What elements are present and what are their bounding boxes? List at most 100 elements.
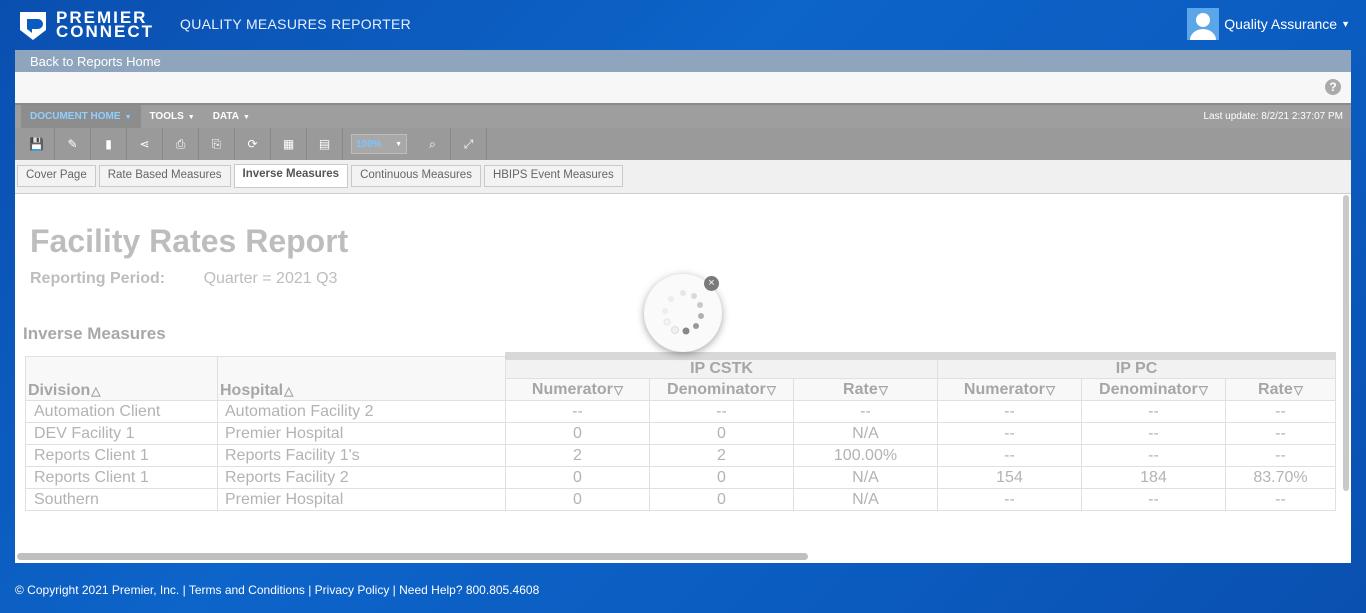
hospital-cell: Reports Facility 2 xyxy=(217,466,506,489)
value-cell: 100.00% xyxy=(793,444,938,467)
value-cell: 0 xyxy=(505,466,650,489)
column-header-rate[interactable]: Rate xyxy=(1225,378,1336,401)
value-cell: N/A xyxy=(793,488,938,511)
value-cell: -- xyxy=(1081,422,1226,445)
last-update: Last update: 8/2/21 2:37:07 PM xyxy=(1203,111,1343,122)
division-cell: Automation Client xyxy=(25,400,218,423)
column-header-denominator[interactable]: Denominator xyxy=(649,378,794,401)
column-header-hospital[interactable]: Hospital xyxy=(217,355,506,401)
horizontal-scrollbar[interactable] xyxy=(17,553,808,560)
value-cell: 0 xyxy=(649,466,794,489)
section-title: Inverse Measures xyxy=(23,324,166,343)
table-row: Reports Client 1 Reports Facility 1's 2 2 10… xyxy=(25,444,1336,467)
period-value: Quarter = 2021 Q3 xyxy=(203,270,338,287)
report-tabs: Cover Page Rate Based Measures Inverse M… xyxy=(15,160,1351,194)
value-cell: 83.70% xyxy=(1225,466,1336,489)
value-cell: -- xyxy=(937,444,1082,467)
menu-bar: DOCUMENT HOME ▼ TOOLS ▼ DATA ▼ Last update:… xyxy=(15,103,1351,128)
value-cell: 0 xyxy=(649,422,794,445)
export-icon[interactable]: ▦ xyxy=(271,128,307,160)
share-icon[interactable]: ⋖ xyxy=(127,128,163,160)
value-cell: 0 xyxy=(649,488,794,511)
division-cell: Reports Client 1 xyxy=(25,444,218,467)
value-cell: -- xyxy=(1225,444,1336,467)
user-menu[interactable]: Quality Assurance ▼ xyxy=(1187,8,1350,40)
value-cell: 0 xyxy=(505,488,650,511)
find-icon[interactable]: ⌕ xyxy=(415,128,451,160)
print-preview-icon[interactable]: ⎘ xyxy=(199,128,235,160)
column-header-denominator[interactable]: Denominator xyxy=(1081,378,1226,401)
user-name: Quality Assurance xyxy=(1224,16,1338,32)
value-cell: 184 xyxy=(1081,466,1226,489)
app-title: QUALITY MEASURES REPORTER xyxy=(180,16,412,32)
reporting-period: Reporting Period: Quarter = 2021 Q3 xyxy=(30,270,337,288)
premier-logo-icon xyxy=(16,8,50,42)
value-cell: -- xyxy=(1081,488,1226,511)
bookmark-icon[interactable]: ▮ xyxy=(91,128,127,160)
value-cell: -- xyxy=(937,488,1082,511)
column-header-division[interactable]: Division xyxy=(25,355,218,401)
toolbar: 💾 ✎ ▮ ⋖ ⎙ ⎘ ⟳ ▦ ▤ 100% ▼ ⌕ ⤢ xyxy=(15,128,1351,160)
help-bar: ? xyxy=(15,72,1351,103)
edit-icon[interactable]: ✎ xyxy=(55,128,91,160)
fullscreen-icon[interactable]: ⤢ xyxy=(451,128,487,160)
chevron-down-icon: ▼ xyxy=(1341,19,1350,29)
tab-inverse-measures[interactable]: Inverse Measures xyxy=(233,164,349,188)
value-cell: -- xyxy=(505,400,650,423)
group-header-ip-cstk: IP CSTK xyxy=(505,352,938,379)
pdf-icon[interactable]: ▤ xyxy=(307,128,343,160)
table-row: DEV Facility 1 Premier Hospital 0 0 N/A -- -- -… xyxy=(25,422,1336,445)
value-cell: N/A xyxy=(793,466,938,489)
value-cell: 2 xyxy=(505,444,650,467)
premier-logo[interactable]: PREMIER CONNECT xyxy=(16,8,154,42)
help-icon[interactable]: ? xyxy=(1325,79,1341,95)
refresh-icon[interactable]: ⟳ xyxy=(235,128,271,160)
back-to-reports-link[interactable]: Back to Reports Home xyxy=(15,50,1351,72)
value-cell: 2 xyxy=(649,444,794,467)
value-cell: 154 xyxy=(937,466,1082,489)
tab-hbips-event-measures[interactable]: HBIPS Event Measures xyxy=(483,165,623,187)
print-icon[interactable]: ⎙ xyxy=(163,128,199,160)
group-header-ip-pc: IP PC xyxy=(937,352,1336,379)
vertical-scrollbar[interactable] xyxy=(1343,195,1349,491)
zoom-select[interactable]: 100% ▼ xyxy=(351,134,407,154)
menu-tools[interactable]: TOOLS ▼ xyxy=(141,105,204,128)
tab-continuous-measures[interactable]: Continuous Measures xyxy=(351,165,481,187)
hospital-cell: Premier Hospital xyxy=(217,488,506,511)
value-cell: -- xyxy=(793,400,938,423)
value-cell: -- xyxy=(1225,400,1336,423)
brand-line2: CONNECT xyxy=(56,22,155,41)
value-cell: -- xyxy=(1081,444,1226,467)
column-header-numerator[interactable]: Numerator xyxy=(937,378,1082,401)
user-avatar-icon xyxy=(1187,8,1220,40)
value-cell: N/A xyxy=(793,422,938,445)
measures-table: Division Hospital IP CSTK IP PC Numerato… xyxy=(25,352,1336,511)
division-cell: DEV Facility 1 xyxy=(25,422,218,445)
value-cell: -- xyxy=(937,400,1082,423)
top-header: PREMIER CONNECT QUALITY MEASURES REPORTE… xyxy=(0,0,1366,50)
column-header-rate[interactable]: Rate xyxy=(793,378,938,401)
value-cell: -- xyxy=(1081,400,1226,423)
save-icon[interactable]: 💾 xyxy=(19,128,55,160)
tab-cover-page[interactable]: Cover Page xyxy=(17,165,96,187)
value-cell: -- xyxy=(937,422,1082,445)
value-cell: 0 xyxy=(505,422,650,445)
value-cell: -- xyxy=(1225,422,1336,445)
report-title: Facility Rates Report xyxy=(30,223,349,259)
hospital-cell: Reports Facility 1's xyxy=(217,444,506,467)
tab-rate-based-measures[interactable]: Rate Based Measures xyxy=(98,165,231,187)
column-header-numerator[interactable]: Numerator xyxy=(505,378,650,401)
value-cell: -- xyxy=(649,400,794,423)
hospital-cell: Premier Hospital xyxy=(217,422,506,445)
report-content: Facility Rates Report Reporting Period: … xyxy=(15,195,1351,563)
division-cell: Southern xyxy=(25,488,218,511)
footer-text: © Copyright 2021 Premier, Inc. | Terms a… xyxy=(15,583,540,597)
close-icon[interactable]: × xyxy=(704,276,719,291)
menu-data[interactable]: DATA ▼ xyxy=(204,105,259,128)
table-row: Southern Premier Hospital 0 0 N/A -- -- -- xyxy=(25,488,1336,511)
period-label: Reporting Period: xyxy=(30,270,166,287)
table-row: Automation Client Automation Facility 2 --… xyxy=(25,400,1336,423)
menu-document-home[interactable]: DOCUMENT HOME ▼ xyxy=(21,105,141,128)
division-cell: Reports Client 1 xyxy=(25,466,218,489)
hospital-cell: Automation Facility 2 xyxy=(217,400,506,423)
